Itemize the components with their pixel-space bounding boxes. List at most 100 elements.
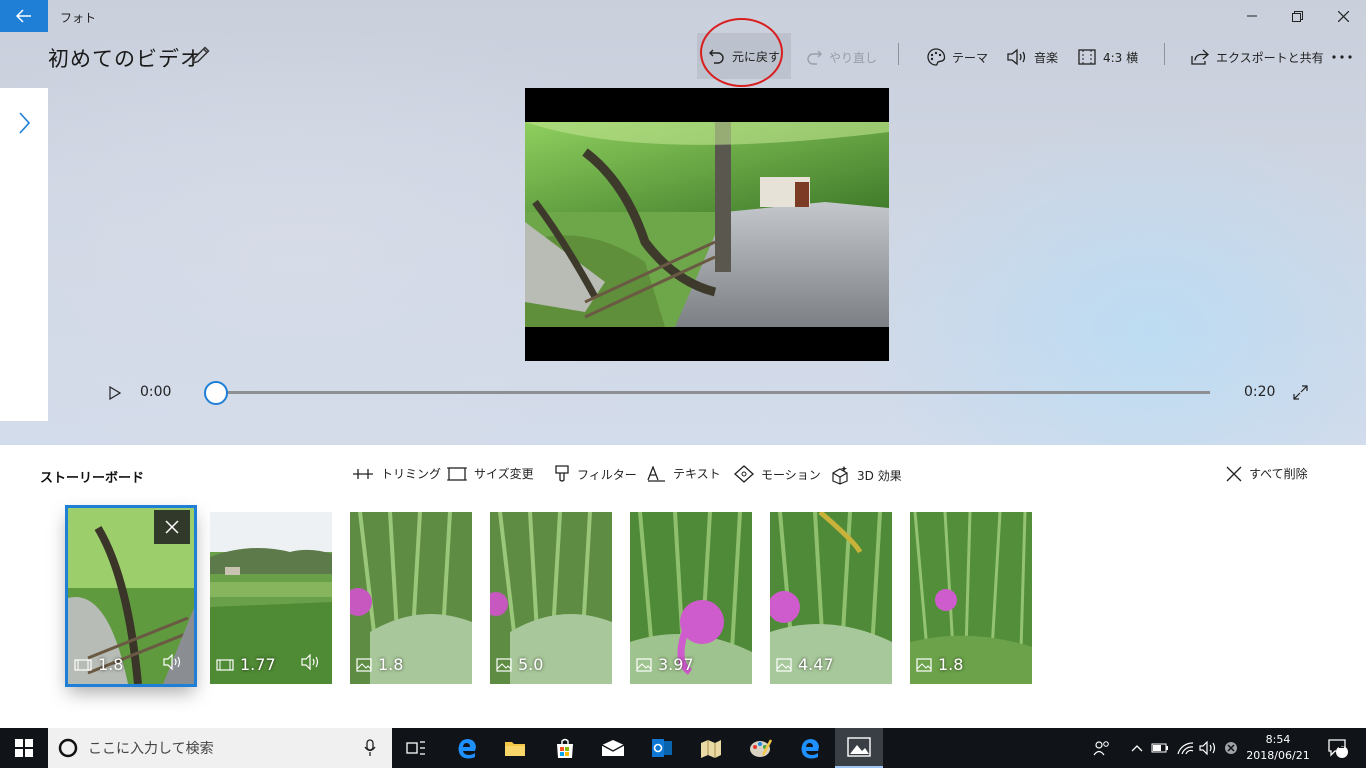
storyboard-title: ストーリーボード	[40, 471, 145, 486]
filter-button[interactable]: フィルター	[554, 465, 637, 483]
photos-icon	[847, 737, 871, 757]
3d-effects-button[interactable]: 3D 効果	[830, 465, 902, 485]
music-button[interactable]: 音楽	[1006, 40, 1058, 74]
people-button[interactable]	[1090, 728, 1114, 768]
clip-info: 1.8	[74, 655, 123, 674]
task-view-icon	[406, 741, 425, 755]
toolbar-divider	[898, 43, 899, 65]
storyboard-clip[interactable]: 1.8	[910, 512, 1032, 684]
project-library-panel[interactable]	[0, 88, 48, 421]
undo-label: 元に戻す	[731, 49, 780, 64]
back-button[interactable]	[0, 0, 48, 32]
taskbar: ここに入力して検索 8:54 2018/06/21 2	[0, 728, 1366, 768]
duration-time: 0:20	[1244, 384, 1276, 400]
show-hidden-icons-button[interactable]	[1128, 728, 1146, 768]
storyboard-clip[interactable]: 5.0	[490, 512, 612, 684]
paint-app-button[interactable]	[737, 728, 785, 768]
remove-clip-button[interactable]	[154, 510, 190, 544]
music-label: 音楽	[1034, 50, 1059, 65]
fullscreen-icon[interactable]	[1293, 385, 1308, 400]
pencil-icon[interactable]	[190, 44, 212, 66]
more-options-button[interactable]	[1331, 40, 1353, 74]
preview-frame-image	[525, 122, 889, 327]
system-clock[interactable]: 8:54 2018/06/21	[1244, 732, 1312, 764]
export-share-button[interactable]: エクスポートと共有	[1190, 40, 1324, 74]
motion-button[interactable]: モーション	[734, 465, 821, 483]
undo-button[interactable]: 元に戻す	[697, 33, 791, 79]
aspect-ratio-label: 4:3 横	[1103, 50, 1139, 65]
seek-bar-handle[interactable]	[204, 381, 228, 405]
seek-bar-track[interactable]	[216, 391, 1210, 394]
theme-label: テーマ	[952, 50, 989, 65]
clip-duration: 5.0	[518, 655, 544, 674]
outlook-button[interactable]	[638, 728, 686, 768]
remove-all-button[interactable]: すべて削除	[1226, 465, 1308, 482]
playback-controls: 0:00 0:20	[0, 378, 1366, 408]
task-view-button[interactable]	[392, 728, 440, 768]
aspect-ratio-button[interactable]: 4:3 横	[1077, 40, 1138, 74]
storyboard-clip[interactable]: 3.97	[630, 512, 752, 684]
search-placeholder: ここに入力して検索	[88, 741, 214, 757]
redo-button[interactable]: やり直し	[805, 40, 877, 74]
battery-icon	[1151, 743, 1168, 753]
storyboard-clip[interactable]: 1.77	[210, 512, 332, 684]
status-circle-icon	[1225, 742, 1237, 754]
start-button[interactable]	[0, 728, 48, 768]
clip-duration: 1.8	[98, 655, 124, 674]
storyboard-clip[interactable]: 1.8	[65, 505, 197, 687]
remove-all-label: すべて削除	[1249, 467, 1308, 481]
chevron-up-icon	[1131, 745, 1143, 752]
theme-button[interactable]: テーマ	[926, 40, 988, 74]
close-window-button[interactable]	[1320, 0, 1366, 32]
film-icon	[74, 658, 92, 671]
clip-duration: 1.8	[938, 655, 964, 674]
clip-duration: 1.77	[240, 655, 276, 674]
trim-button[interactable]: トリミング	[352, 465, 441, 482]
video-preview[interactable]	[525, 88, 889, 361]
3d-effects-label: 3D 効果	[857, 468, 902, 483]
windows-logo-icon	[15, 739, 33, 757]
palette-icon	[927, 48, 946, 66]
taskbar-search-box[interactable]: ここに入力して検索	[48, 728, 392, 768]
paint-palette-icon	[750, 739, 773, 757]
app-title: フォト	[60, 11, 97, 25]
video-title: 初めてのビデオ	[48, 47, 202, 71]
edge-browser-button-2[interactable]	[786, 728, 834, 768]
speaker-icon[interactable]	[300, 654, 322, 670]
photos-app-button[interactable]	[835, 728, 883, 768]
export-share-label: エクスポートと共有	[1216, 50, 1324, 65]
mail-button[interactable]	[589, 728, 637, 768]
action-center-button[interactable]: 2	[1318, 728, 1358, 768]
store-button[interactable]	[541, 728, 589, 768]
storyboard-clip[interactable]: 4.47	[770, 512, 892, 684]
file-explorer-button[interactable]	[491, 728, 539, 768]
network-button[interactable]	[1176, 728, 1196, 768]
microphone-icon[interactable]	[364, 739, 376, 757]
trim-icon	[353, 468, 373, 479]
redo-icon	[807, 50, 822, 65]
edge-browser-button[interactable]	[443, 728, 491, 768]
back-arrow-icon	[16, 9, 31, 23]
minimize-button[interactable]	[1229, 0, 1275, 32]
keyboard-status-button[interactable]	[1222, 728, 1240, 768]
film-icon	[216, 658, 234, 671]
play-icon[interactable]	[109, 386, 121, 400]
image-icon	[356, 657, 372, 672]
storyboard-clip[interactable]: 1.8	[350, 512, 472, 684]
volume-button[interactable]	[1198, 728, 1218, 768]
restore-button[interactable]	[1274, 0, 1320, 32]
resize-button[interactable]: サイズ変更	[447, 465, 534, 482]
clip-info: 5.0	[496, 655, 543, 674]
close-icon	[165, 520, 179, 534]
battery-button[interactable]	[1150, 728, 1170, 768]
clip-duration: 1.8	[378, 655, 404, 674]
wifi-icon	[1177, 742, 1194, 755]
restore-icon	[1291, 10, 1303, 22]
video-editor-area: フォト 初めてのビデオ 元に戻す やり直し テーマ 音楽 4:3 横 エクスポー…	[0, 0, 1366, 445]
text-button[interactable]: テキスト	[646, 465, 721, 482]
app-button-map[interactable]	[687, 728, 735, 768]
more-icon	[1332, 55, 1352, 59]
trim-label: トリミング	[381, 467, 442, 481]
toolbar-divider	[1164, 43, 1165, 65]
speaker-icon[interactable]	[162, 654, 184, 670]
